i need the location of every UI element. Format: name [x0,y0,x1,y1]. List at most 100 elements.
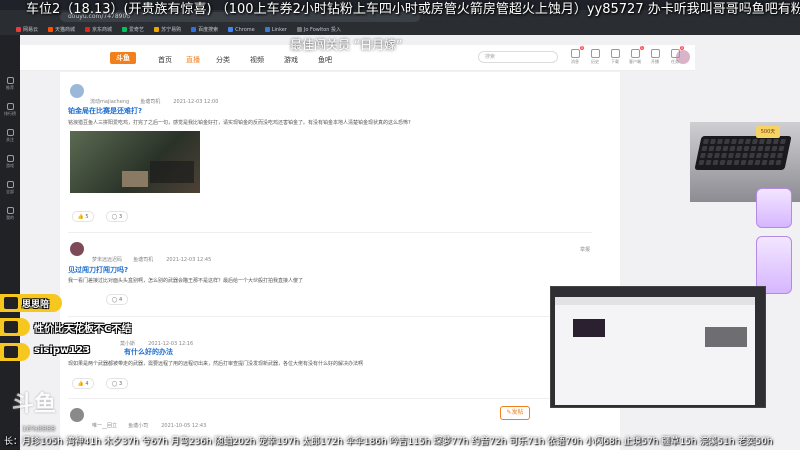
bookmarks-bar: 网易云 天猫商城 京东商城 爱奇艺 苏宁易购 百度搜索 Chrome Linker Jo Fow… [0,24,800,35]
author-name[interactable]: 流动majiacheng [90,99,129,105]
comment-button[interactable]: ◯ 3 [106,211,128,222]
heart-icon [4,321,18,333]
keyboard-key [722,146,729,151]
scrolling-ticker-top: 车位2（18.13）(开贵族有惊喜) （100上车券2小时钻粉上车四小时或房管火… [26,2,800,17]
author-avatar[interactable] [70,84,84,98]
post-title[interactable]: 有什么好的办法 [124,347,173,357]
header-icon-button[interactable]: 1 客户端 [626,46,644,65]
sidebar-item[interactable]: 全部 [3,181,17,197]
view-count: 16%8888 [22,425,56,433]
post-title[interactable]: 铂金局在比赛是还难打? [68,106,588,116]
like-button[interactable]: 👍 4 [72,378,94,389]
right-gift-panel [756,138,800,308]
header-icon [670,49,680,58]
overlay-tag [0,318,30,336]
keyboard-key [705,160,712,165]
comment-button[interactable]: ◯ 3 [106,378,128,389]
new-post-button[interactable]: ✎发帖 [500,406,530,420]
site-logo[interactable]: 斗鱼 [110,52,136,64]
keyboard-key [706,153,713,158]
header-icon-label: 开播 [651,59,659,64]
ticker-subtitle: 最佳闯关员 “日月嫁” [290,38,403,52]
keyboard-key [726,160,733,165]
header-icon-button[interactable]: 3 任务 [666,46,684,65]
post-title[interactable]: 见过闯刀打闯刀吗? [68,265,588,275]
bookmark-item[interactable]: Chrome [228,27,255,33]
notification-badge: 1 [639,46,644,50]
bookmark-favicon-icon [85,27,91,32]
bookmark-favicon-icon [264,27,270,32]
keyboard-key [730,139,737,144]
sidebar-item[interactable]: 游戏 [3,155,17,171]
keyboard-key [719,160,726,165]
header-icon [570,49,580,58]
sidebar-item[interactable]: 排行榜 [3,103,17,119]
like-button[interactable]: 👍 5 [72,211,94,222]
overlay-tag-text: sisipw123 [34,345,91,356]
bookmark-item[interactable]: 网易云 [16,26,38,33]
nav-link-category[interactable]: 分类 [216,55,230,65]
sidebar-item-label: 游戏 [6,163,14,168]
nav-link-video[interactable]: 视频 [250,55,264,65]
bookmark-item[interactable]: Jo Fowlton 投入 [296,26,341,33]
gift-card[interactable] [756,188,792,228]
keyboard-key [740,160,747,165]
keyboard-key [698,160,705,165]
nav-link-home[interactable]: 首页 [158,55,172,65]
sidebar-item-icon [6,181,14,188]
search-input[interactable]: 搜索 [478,51,558,63]
header-icon-button[interactable]: 开播 [646,49,664,65]
header-icon [610,49,620,58]
like-count: 5 [85,214,89,220]
notification-badge: 3 [679,46,684,50]
sidebar-item-label: 我的 [6,215,14,220]
header-icon [650,49,660,58]
wechat-icon [4,346,18,358]
header-icon-button[interactable]: 下载 [606,49,624,65]
keyboard-key [712,160,719,165]
keyboard-key [747,160,754,165]
post-image[interactable] [70,131,200,193]
bookmark-item[interactable]: 爱奇艺 [122,26,144,33]
thumbs-up-icon: 👍 [77,381,84,387]
header-icon-label: 消息 [571,59,579,64]
nav-link-fishbar[interactable]: 鱼吧 [318,55,332,65]
sidebar-item[interactable]: 关注 [3,129,17,145]
pip-thumbnail [573,319,605,337]
divider [68,316,592,317]
keyboard-key [729,146,736,151]
post-time: 2021-12-03 12:00 [173,99,219,105]
bookmark-item[interactable]: Linker [264,27,287,33]
bookmark-favicon-icon [48,27,54,32]
keyboard-key [720,153,727,158]
keyboard-key [741,153,748,158]
header-icon-button[interactable]: 3 消息 [566,46,584,65]
nav-link-live[interactable]: 直播 [186,55,200,65]
sidebar-item[interactable]: 我的 [3,207,17,223]
camera-icon [4,297,18,309]
screen: douyu.com/7478906 网易云 天猫商城 京东商城 爱奇艺 苏宁易购 百度搜索… [0,0,800,450]
header-icon [590,49,600,58]
bookmark-item[interactable]: 京东商城 [85,26,112,33]
report-link[interactable]: 举报 [580,246,590,253]
author-avatar[interactable] [70,408,84,422]
bookmark-item[interactable]: 百度搜索 [191,26,218,33]
comment-button[interactable]: ◯ 4 [106,294,128,305]
header-icon-label: 下载 [611,59,619,64]
author-name[interactable]: 梦未远远迟码 [92,257,122,263]
nav-link-game[interactable]: 游戏 [284,55,298,65]
post-body: 现如果是两个武器都被带走的武器，需要远程了用的远程切出来，然后打审查提门没发现新… [68,361,364,367]
keyboard-key [727,153,734,158]
author-avatar[interactable] [70,242,84,256]
bookmark-item[interactable]: 天猫商城 [48,26,75,33]
comment-count: 3 [119,214,123,220]
header-icon [630,49,640,58]
sidebar-item[interactable]: 推荐 [3,77,17,93]
keyboard-key [733,160,740,165]
post-time: 2021-12-03 12:45 [166,257,212,263]
divider [68,398,592,399]
sidebar-item-icon [6,155,14,162]
author-name[interactable]: 唯一__回立 [92,423,117,429]
bookmark-item[interactable]: 苏宁易购 [154,26,181,33]
header-icon-button[interactable]: 历史 [586,49,604,65]
